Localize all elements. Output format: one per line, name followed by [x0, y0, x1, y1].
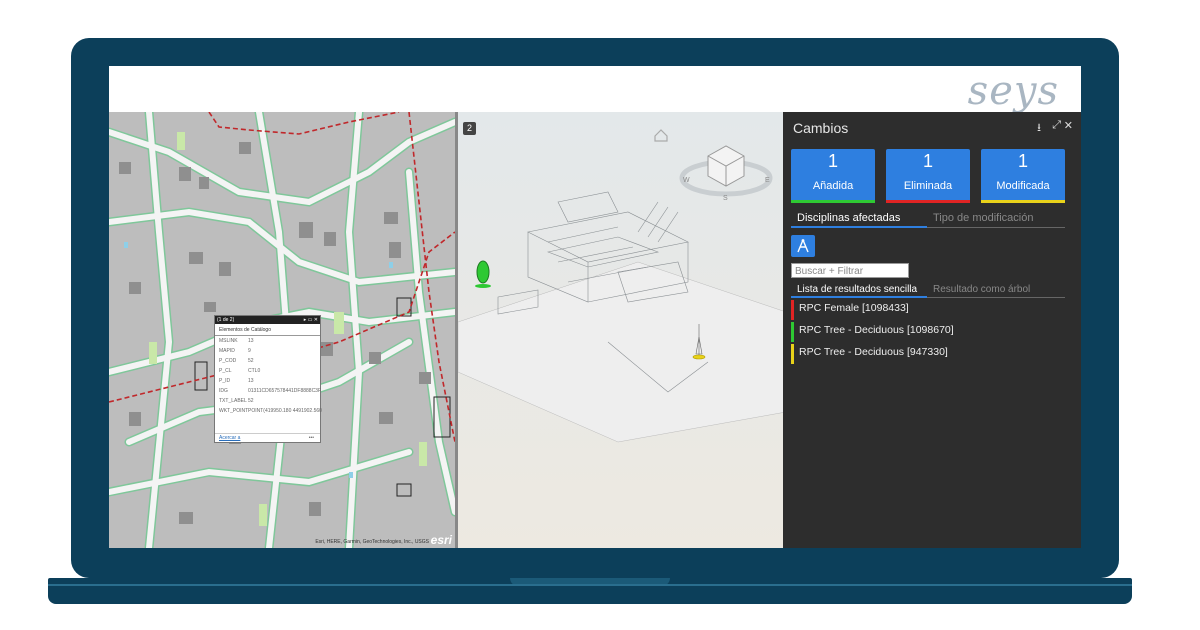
panel-title: Cambios [793, 120, 849, 136]
more-options-button[interactable]: ••• [309, 434, 314, 443]
feature-popup[interactable]: (1 de 2) ▸ ▭ ✕ Elementos de Catálogo MSL… [214, 315, 322, 443]
attribute-value: 13 [248, 378, 254, 384]
popup-footer: Acercar a ••• [215, 433, 320, 442]
attribute-value: 9 [248, 348, 251, 354]
added-bar [791, 200, 875, 203]
changes-panel: Cambios ⭳ ⤢ ✕ 1 Añadida 1 Eliminada 1 Mo… [783, 112, 1081, 548]
modified-card[interactable]: 1 Modificada [981, 149, 1065, 203]
map-attribution: Esri, HERE, Garmin, GeoTechnologies, Inc… [315, 539, 429, 545]
app-header: seys [109, 66, 1081, 114]
deleted-count: 1 [922, 151, 933, 171]
result-label: RPC Tree - Deciduous [947330] [799, 346, 948, 358]
added-marker [791, 322, 794, 342]
panel-header: Cambios ⭳ ⤢ ✕ [783, 112, 1081, 142]
popup-attribute-row: TXT_LABEL52 [215, 396, 320, 406]
modified-bar [981, 200, 1065, 203]
scene-view-number: 2 [463, 122, 476, 135]
result-label: RPC Tree - Deciduous [1098670] [799, 324, 954, 336]
popup-close-icon[interactable]: ▸ ▭ ✕ [304, 316, 318, 324]
tab-simple-results[interactable]: Lista de resultados sencilla [791, 284, 927, 298]
added-label: Añadida [812, 180, 854, 192]
popup-page-count: (1 de 2) [217, 317, 235, 323]
laptop-hinge [48, 584, 1132, 586]
home-icon[interactable] [654, 129, 668, 142]
modified-count: 1 [1017, 151, 1028, 171]
attribute-value: CTL0 [248, 368, 261, 374]
change-summary-cards: 1 Añadida 1 Eliminada 1 Modificada [791, 149, 1073, 203]
attribute-key: TXT_LABEL [219, 398, 247, 404]
attribute-value: 52 [248, 398, 254, 404]
deleted-marker [791, 300, 794, 320]
app-screen: seys (1 de 2) ▸ ▭ ✕ Elementos de Catálog… [109, 66, 1081, 548]
compass-widget[interactable]: W E S [679, 145, 773, 202]
deleted-label: Eliminada [903, 180, 953, 192]
popup-title: Elementos de Catálogo [215, 324, 320, 336]
list-item[interactable]: RPC Female [1098433] [791, 299, 1073, 321]
attribute-value: 52 [248, 358, 254, 364]
added-card[interactable]: 1 Añadida [791, 149, 875, 203]
list-item[interactable]: RPC Tree - Deciduous [1098670] [791, 321, 1073, 343]
deleted-card[interactable]: 1 Eliminada [886, 149, 970, 203]
attribute-value: 01311CD657578441DF8888C3F [248, 388, 322, 394]
modified-marker [791, 344, 794, 364]
attribute-key: IDG [219, 388, 228, 394]
compass-e: E [765, 177, 770, 184]
close-icon[interactable]: ✕ [1064, 119, 1073, 132]
attribute-key: P_ID [219, 378, 231, 384]
laptop-frame: seys (1 de 2) ▸ ▭ ✕ Elementos de Catálog… [71, 38, 1119, 578]
popup-header: (1 de 2) ▸ ▭ ✕ [215, 316, 320, 324]
expand-icon[interactable]: ⤢ [1052, 119, 1061, 132]
popup-attribute-row: P_CL CTL0 [215, 366, 320, 376]
popup-attribute-row: P_COD 52 [215, 356, 320, 366]
tab-tree-results[interactable]: Resultado como árbol [927, 284, 1065, 298]
zoom-to-link[interactable]: Acercar a [219, 435, 240, 441]
tab-affected-disciplines[interactable]: Disciplinas afectadas [791, 212, 927, 228]
compass-w: W [683, 177, 690, 184]
download-icon[interactable]: ⭳ [1037, 119, 1041, 138]
attribute-key: MSLINK [219, 338, 238, 344]
deleted-bar [886, 200, 970, 203]
compass-drafting-icon[interactable] [791, 235, 815, 257]
added-count: 1 [827, 151, 838, 171]
attribute-value: POINT(419950.180 4491902.560 [248, 408, 322, 414]
popup-attribute-row: MSLINK 13 [215, 336, 320, 346]
filter-tabs: Disciplinas afectadas Tipo de modificaci… [791, 212, 1065, 228]
modified-label: Modificada [996, 180, 1050, 192]
scene-view[interactable]: 2 W E S [455, 112, 783, 548]
result-label: RPC Female [1098433] [799, 302, 909, 314]
tab-modification-type[interactable]: Tipo de modificación [927, 212, 1065, 228]
search-filter-input[interactable]: Buscar + Filtrar [791, 263, 909, 278]
laptop-base [48, 578, 1132, 604]
brand-logo: seys [967, 68, 1059, 114]
compass-s: S [723, 195, 728, 202]
scene-canvas[interactable]: W E S [458, 112, 783, 548]
popup-attributes: MSLINK 13 MAPID 9 P_COD 52 P_CL CTL0 P_ID 13 IDG 01… [215, 336, 322, 416]
attribute-key: P_CL [219, 368, 232, 374]
popup-attribute-row: MAPID 9 [215, 346, 320, 356]
rpc-female-marker[interactable] [475, 260, 491, 288]
attribute-key: MAPID [219, 348, 235, 354]
attribute-value: 13 [248, 338, 254, 344]
popup-attribute-row: IDG 01311CD657578441DF8888C3F [215, 386, 322, 396]
results-list: RPC Female [1098433] RPC Tree - Deciduou… [791, 299, 1073, 365]
attribute-key: WKT_POINT [219, 408, 249, 414]
result-tabs: Lista de resultados sencilla Resultado c… [791, 284, 1065, 298]
attribute-key: P_COD [219, 358, 237, 364]
popup-attribute-row: P_ID 13 [215, 376, 320, 386]
map-view[interactable]: (1 de 2) ▸ ▭ ✕ Elementos de Catálogo MSL… [109, 112, 455, 548]
popup-attribute-row: WKT_POINTPOINT(419950.180 4491902.560 [215, 406, 322, 416]
esri-logo: esri [430, 533, 452, 547]
list-item[interactable]: RPC Tree - Deciduous [947330] [791, 343, 1073, 365]
